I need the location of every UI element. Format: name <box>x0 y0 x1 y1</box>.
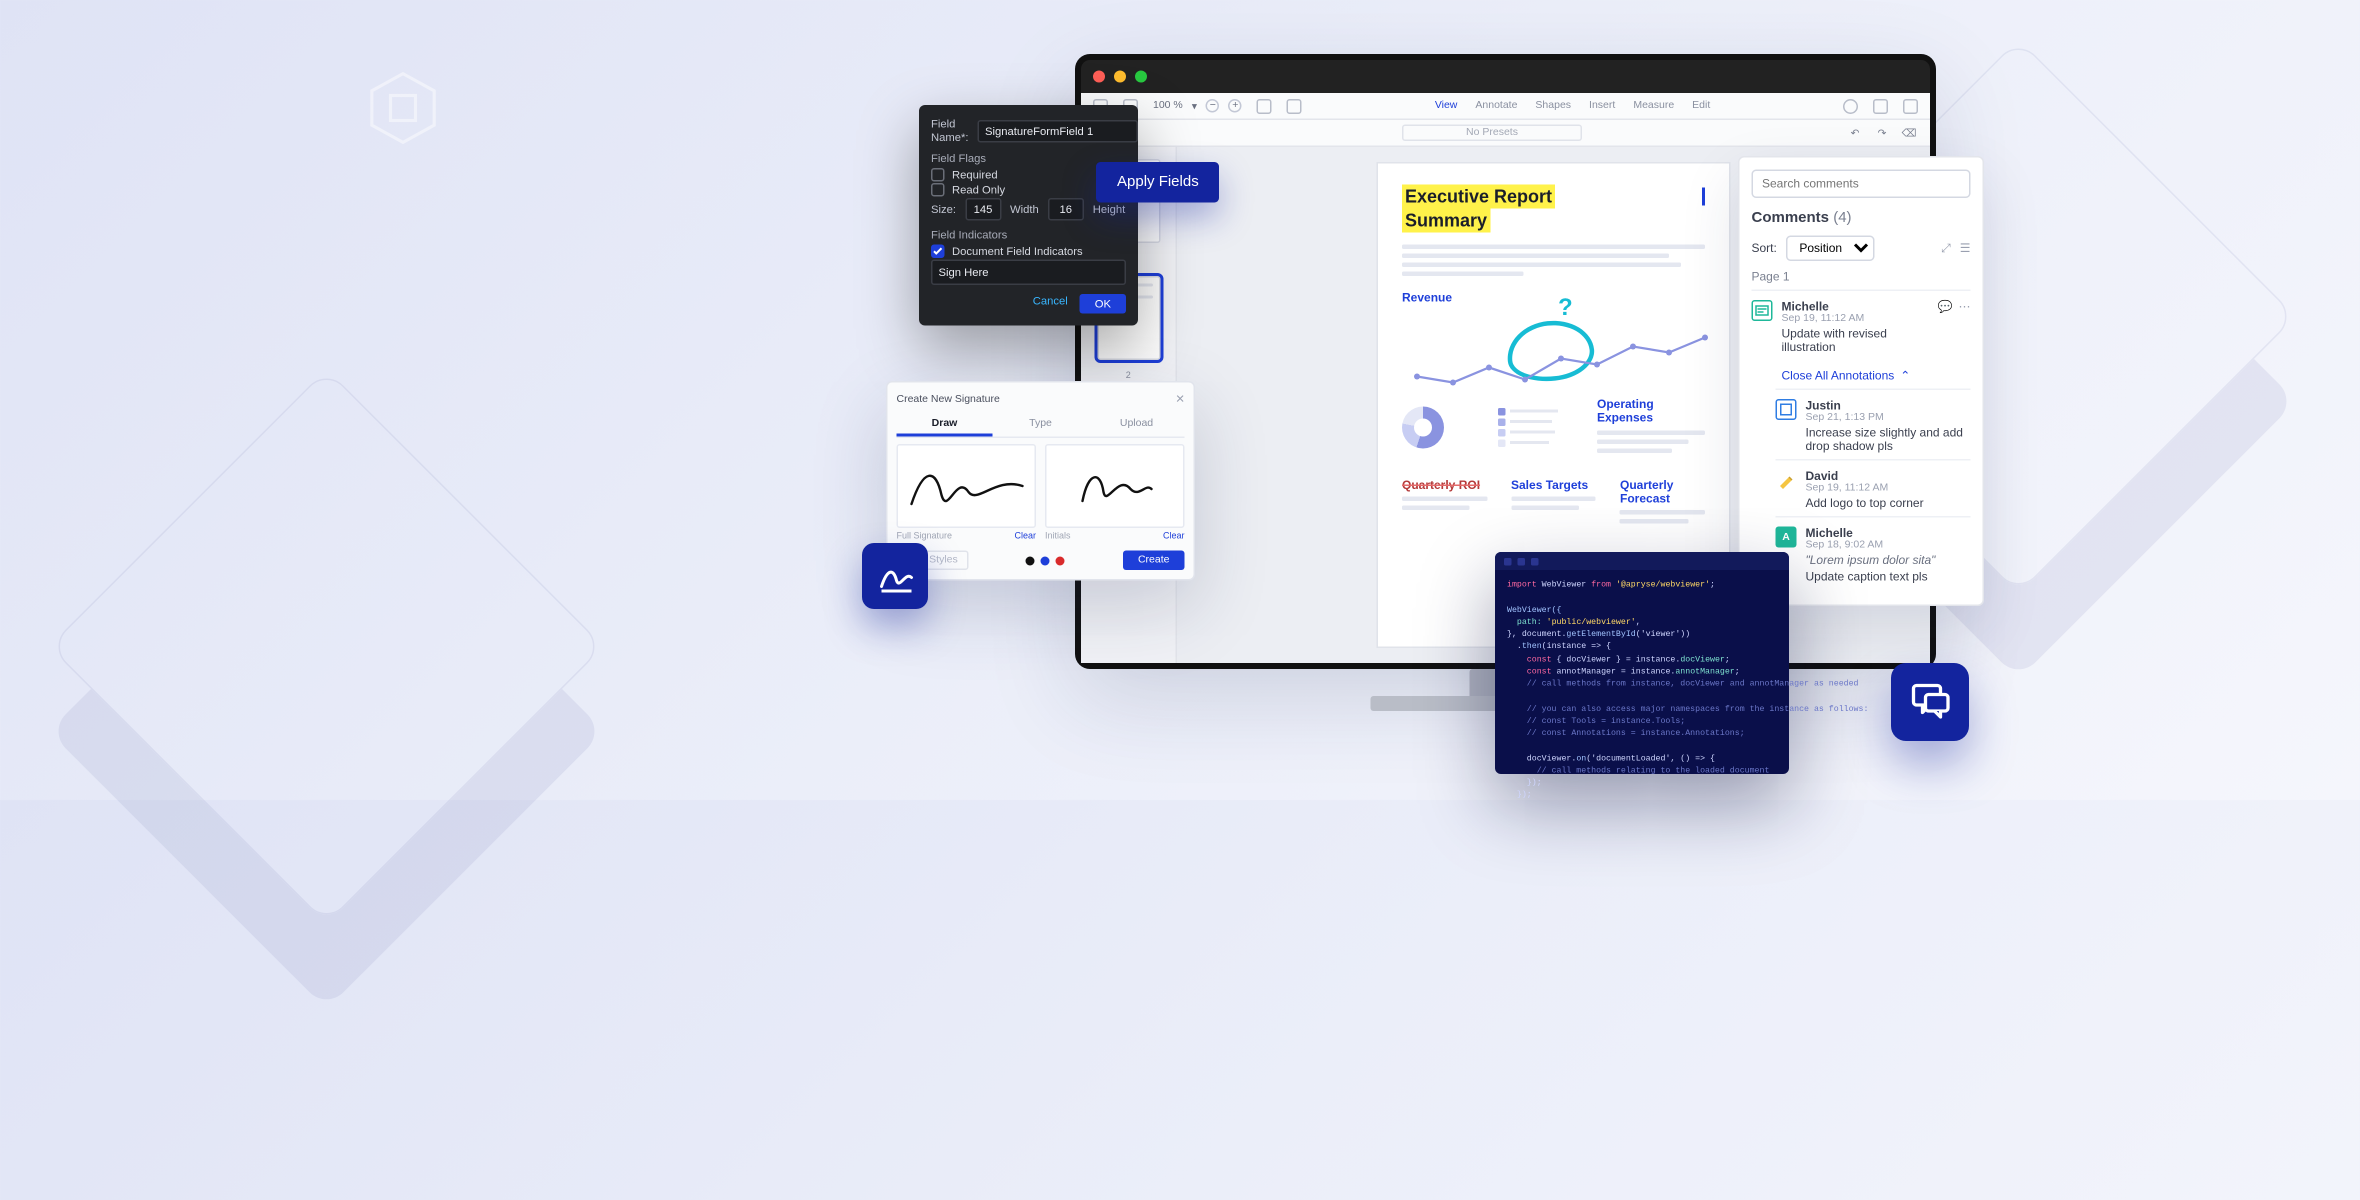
close-icon[interactable]: × <box>1176 392 1185 409</box>
undo-icon[interactable]: ↶ <box>1846 124 1864 142</box>
print-icon[interactable] <box>1257 98 1272 113</box>
search-icon[interactable] <box>1843 98 1858 113</box>
tab-draw[interactable]: Draw <box>897 414 993 437</box>
signature-mode-tabs: Draw Type Upload <box>897 414 1185 438</box>
size-label: Size: <box>931 203 956 217</box>
initials-canvas[interactable] <box>1045 444 1185 528</box>
doc-title-line2: Summary <box>1402 209 1490 233</box>
traffic-close-icon[interactable] <box>1093 71 1105 83</box>
annotation-type-icon <box>1776 399 1797 420</box>
presets-dropdown[interactable]: No Presets <box>1402 125 1582 142</box>
freehand-question-icon: ? <box>1558 296 1573 323</box>
brand-logo <box>364 69 442 147</box>
signature-feature-icon <box>862 543 928 609</box>
size-input[interactable] <box>965 198 1001 221</box>
donut-chart <box>1402 407 1444 449</box>
traffic-min-icon[interactable] <box>1114 71 1126 83</box>
search-comments-input[interactable] <box>1752 170 1971 199</box>
page-number-label: 2 <box>1126 372 1131 381</box>
comments-feature-icon <box>1891 663 1969 741</box>
modal-title: Create New Signature <box>897 395 1000 406</box>
field-name-input[interactable] <box>978 119 1139 142</box>
tab-annotate[interactable]: Annotate <box>1475 101 1517 112</box>
comment-item[interactable]: A Michelle Sep 18, 9:02 AM "Lorem ipsum … <box>1776 516 1971 590</box>
page-indicator: Page 1 <box>1752 270 1971 284</box>
full-signature-label: Full Signature <box>897 533 953 542</box>
cancel-button[interactable]: Cancel <box>1033 294 1068 314</box>
redo-icon[interactable]: ↷ <box>1873 124 1891 142</box>
sort-label: Sort: <box>1752 242 1777 256</box>
width-label: Width <box>1010 203 1039 217</box>
height-label: Height <box>1093 203 1126 217</box>
settings-icon[interactable] <box>1903 98 1918 113</box>
close-all-annotations-link[interactable]: Close All Annotations⌃ <box>1782 369 1971 383</box>
filter-icon[interactable]: ☰ <box>1960 241 1971 256</box>
ink-color-picker[interactable] <box>1026 556 1065 565</box>
comment-item[interactable]: Michelle Sep 19, 11:12 AM Update with re… <box>1752 290 1971 361</box>
comment-item[interactable]: Justin Sep 21, 1:13 PM Increase size sli… <box>1776 389 1971 460</box>
comments-title: Comments <box>1752 210 1830 227</box>
export-icon[interactable] <box>1287 98 1302 113</box>
field-name-label: Field Name*: <box>931 117 969 144</box>
section-sales: Sales Targets <box>1511 479 1596 493</box>
clear-initials-button[interactable]: Clear <box>1163 533 1185 542</box>
section-forecast: Quarterly Forecast <box>1620 479 1705 506</box>
expand-icon[interactable]: ⤢ <box>1941 241 1951 256</box>
tab-measure[interactable]: Measure <box>1633 101 1674 112</box>
initials-label: Initials <box>1045 533 1071 542</box>
text-cursor <box>1702 188 1705 206</box>
traffic-max-icon[interactable] <box>1135 71 1147 83</box>
section-opex: Operating Expenses <box>1597 398 1705 425</box>
code-titlebar <box>1495 552 1789 570</box>
width-input[interactable] <box>1048 198 1084 221</box>
tab-upload[interactable]: Upload <box>1089 414 1185 437</box>
tab-view[interactable]: View <box>1435 101 1458 112</box>
doc-title-line1: Executive Report <box>1402 185 1555 209</box>
annotation-type-icon: A <box>1776 527 1797 548</box>
comments-toggle-icon[interactable] <box>1873 98 1888 113</box>
indicators-label: Field Indicators <box>931 228 1126 242</box>
annotation-type-icon <box>1752 300 1773 321</box>
create-signature-button[interactable]: Create <box>1123 551 1185 571</box>
sort-select[interactable]: Position <box>1786 236 1875 262</box>
sign-here-input[interactable] <box>931 260 1126 286</box>
reply-icon[interactable]: 💬 <box>1938 300 1953 354</box>
more-icon[interactable]: ⋯ <box>1959 300 1971 354</box>
top-toolbar: 100 %▾ − + View Annotate Shapes Insert M… <box>1081 93 1930 120</box>
zoom-control[interactable]: 100 %▾ − + <box>1153 99 1242 113</box>
field-properties-panel: Field Name*: Field Flags Required Read O… <box>919 105 1138 326</box>
create-signature-modal: Create New Signature × Draw Type Upload … <box>886 381 1195 581</box>
section-roi: Quarterly ROI <box>1402 479 1487 493</box>
apply-fields-button[interactable]: Apply Fields <box>1096 162 1220 203</box>
tab-insert[interactable]: Insert <box>1589 101 1615 112</box>
comments-count: (4) <box>1833 210 1851 227</box>
erase-icon[interactable]: ⌫ <box>1900 124 1918 142</box>
annotation-type-icon <box>1776 470 1797 491</box>
mode-tabs[interactable]: View Annotate Shapes Insert Measure Edit <box>1435 101 1710 112</box>
tab-edit[interactable]: Edit <box>1692 101 1710 112</box>
comments-panel: Comments (4) Sort: Position ⤢ ☰ Page 1 M… <box>1738 156 1984 606</box>
tab-type[interactable]: Type <box>993 414 1089 437</box>
macos-titlebar <box>1081 60 1930 93</box>
sub-toolbar: A No Presets ↶ ↷ ⌫ <box>1081 120 1930 147</box>
doc-indicators-checkbox[interactable]: Document Field Indicators <box>931 245 1126 259</box>
code-content: import WebViewer from '@apryse/webviewer… <box>1495 570 1789 811</box>
tab-shapes[interactable]: Shapes <box>1535 101 1571 112</box>
opex-legend <box>1498 407 1573 458</box>
full-signature-canvas[interactable] <box>897 444 1037 528</box>
clear-full-button[interactable]: Clear <box>1014 533 1036 542</box>
comment-item[interactable]: David Sep 19, 11:12 AM Add logo to top c… <box>1776 459 1971 516</box>
code-editor-window: import WebViewer from '@apryse/webviewer… <box>1495 552 1789 774</box>
ok-button[interactable]: OK <box>1080 294 1126 314</box>
chevron-up-icon: ⌃ <box>1900 369 1910 383</box>
section-revenue: Revenue <box>1402 291 1705 305</box>
revenue-chart: ? <box>1402 314 1705 398</box>
